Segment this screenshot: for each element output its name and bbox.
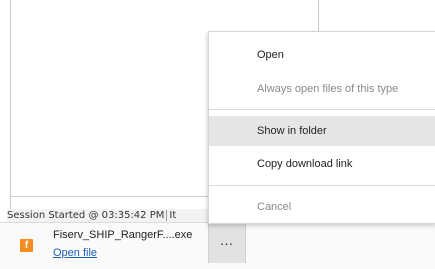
menu-item-cancel[interactable]: Cancel xyxy=(209,192,435,222)
download-file-name: Fiserv_SHIP_RangerF....exe xyxy=(53,229,193,241)
menu-item-always-open[interactable]: Always open files of this type xyxy=(209,74,435,104)
download-bar: f Fiserv_SHIP_RangerF....exe Open file … xyxy=(0,222,435,269)
status-separator xyxy=(166,209,168,221)
menu-separator xyxy=(209,185,435,186)
open-file-link[interactable]: Open file xyxy=(53,247,97,259)
menu-item-copy-download-link[interactable]: Copy download link xyxy=(209,149,435,179)
session-status-text: Session Started @ 03:35:42 PM xyxy=(7,210,165,221)
menu-item-open[interactable]: Open xyxy=(209,40,435,70)
download-context-menu: Open Always open files of this type Show… xyxy=(208,31,435,224)
menu-separator xyxy=(209,109,435,110)
divider xyxy=(10,196,210,197)
menu-item-show-in-folder[interactable]: Show in folder xyxy=(209,116,435,146)
installer-file-icon: f xyxy=(20,239,33,252)
more-options-button[interactable]: … xyxy=(208,223,246,263)
status-line: Session Started @ 03:35:42 PM It xyxy=(7,209,210,222)
status-trailing-text: It xyxy=(169,210,177,221)
